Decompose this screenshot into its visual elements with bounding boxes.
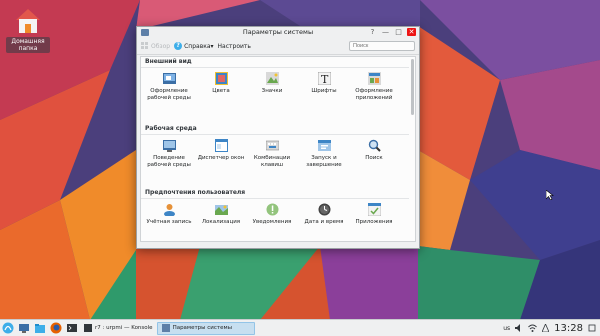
system-tray: us 13:28 xyxy=(503,323,600,334)
system-settings-window: Параметры системы ? — □ ✕ Обзор ? Справк… xyxy=(136,26,420,249)
desktop-behavior-icon xyxy=(162,139,176,152)
module-icons[interactable]: Значки xyxy=(246,72,298,95)
section-personalization: Предпочтения пользователя Учётная запись… xyxy=(141,188,409,241)
module-locale[interactable]: Локализация xyxy=(195,203,247,226)
colors-icon xyxy=(214,72,228,85)
window-manager-icon xyxy=(214,139,228,152)
shortcuts-icon xyxy=(265,139,279,152)
network-icon[interactable] xyxy=(528,324,538,332)
konsole-icon[interactable] xyxy=(66,322,78,334)
clock[interactable]: 13:28 xyxy=(554,323,583,334)
module-workspace-theme[interactable]: Оформление рабочей среды xyxy=(143,72,195,101)
panel-options-icon[interactable] xyxy=(588,324,596,332)
firefox-icon[interactable] xyxy=(50,322,62,334)
module-shortcuts[interactable]: Комбинации клавиш xyxy=(246,139,298,168)
window-minimize-button[interactable]: — xyxy=(381,28,390,36)
module-fonts[interactable]: T Шрифты xyxy=(298,71,350,95)
applications-icon xyxy=(367,202,381,217)
configure-button[interactable]: Настроить xyxy=(218,43,251,50)
help-icon: ? xyxy=(174,42,183,50)
locale-icon xyxy=(214,203,228,216)
startup-shutdown-icon xyxy=(317,139,331,152)
module-account[interactable]: Учётная запись xyxy=(143,203,195,226)
help-menu-button[interactable]: ? Справка▾ xyxy=(174,42,214,50)
home-folder-icon xyxy=(13,6,43,36)
module-application-style[interactable]: Оформление приложений xyxy=(348,72,400,101)
workspace-theme-icon xyxy=(162,72,176,85)
window-close-button[interactable]: ✕ xyxy=(407,28,416,36)
fonts-icon: T xyxy=(317,71,331,86)
module-applications[interactable]: Приложения xyxy=(348,202,400,226)
volume-icon[interactable] xyxy=(515,324,523,332)
module-window-manager[interactable]: Диспетчер окон xyxy=(195,139,247,162)
module-desktop-behavior[interactable]: Поведение рабочей среды xyxy=(143,139,195,168)
module-notifications[interactable]: Уведомления xyxy=(246,203,298,226)
keyboard-layout[interactable]: us xyxy=(503,325,510,332)
window-maximize-button[interactable]: □ xyxy=(394,28,403,36)
icons-icon xyxy=(265,72,279,85)
overview-button[interactable]: Обзор xyxy=(141,42,170,50)
terminal-icon xyxy=(84,324,92,332)
notifications-icon xyxy=(266,203,279,216)
task-konsole[interactable]: r7 : urpmi — Konsole xyxy=(80,322,157,335)
section-header: Предпочтения пользователя xyxy=(141,188,409,199)
account-icon xyxy=(163,203,176,217)
window-help-button[interactable]: ? xyxy=(368,28,377,36)
show-desktop-icon[interactable] xyxy=(18,322,30,334)
search-input[interactable] xyxy=(349,41,415,51)
section-header: Рабочая среда xyxy=(141,124,409,135)
svg-text:T: T xyxy=(321,73,329,85)
overview-label: Обзор xyxy=(151,42,171,50)
toolbar: Обзор ? Справка▾ Настроить xyxy=(137,38,419,55)
home-folder-label: Домашняя папка xyxy=(6,37,50,53)
section-header: Внешний вид xyxy=(141,57,409,68)
search-icon xyxy=(368,139,381,152)
application-launcher-icon[interactable] xyxy=(2,322,14,334)
settings-content: Внешний вид Оформление рабочей среды Цве… xyxy=(140,56,416,242)
scrollbar[interactable] xyxy=(411,59,414,115)
mouse-cursor-icon xyxy=(546,190,554,200)
dolphin-file-manager-icon[interactable] xyxy=(34,322,46,334)
settings-app-icon xyxy=(161,324,170,332)
application-style-icon xyxy=(367,72,381,85)
clock-icon xyxy=(318,203,331,216)
taskbar: r7 : urpmi — Konsole Параметры системы u… xyxy=(0,319,600,336)
module-colors[interactable]: Цвета xyxy=(195,72,247,95)
section-workspace: Рабочая среда Поведение рабочей среды Ди… xyxy=(141,124,409,185)
module-startup-shutdown[interactable]: Запуск и завершение xyxy=(298,139,350,168)
home-folder-desktop-icon[interactable]: Домашняя папка xyxy=(6,6,50,53)
section-appearance: Внешний вид Оформление рабочей среды Цве… xyxy=(141,57,409,118)
configure-label: Настроить xyxy=(217,42,251,50)
task-system-settings[interactable]: Параметры системы xyxy=(156,321,255,335)
help-label: Справка▾ xyxy=(184,42,214,50)
notifications-tray-icon[interactable] xyxy=(542,324,550,332)
grid-icon xyxy=(141,42,148,49)
module-search[interactable]: Поиск xyxy=(348,139,400,162)
title-bar[interactable]: Параметры системы ? — □ ✕ xyxy=(137,27,419,38)
module-date-time[interactable]: Дата и время xyxy=(298,203,350,226)
